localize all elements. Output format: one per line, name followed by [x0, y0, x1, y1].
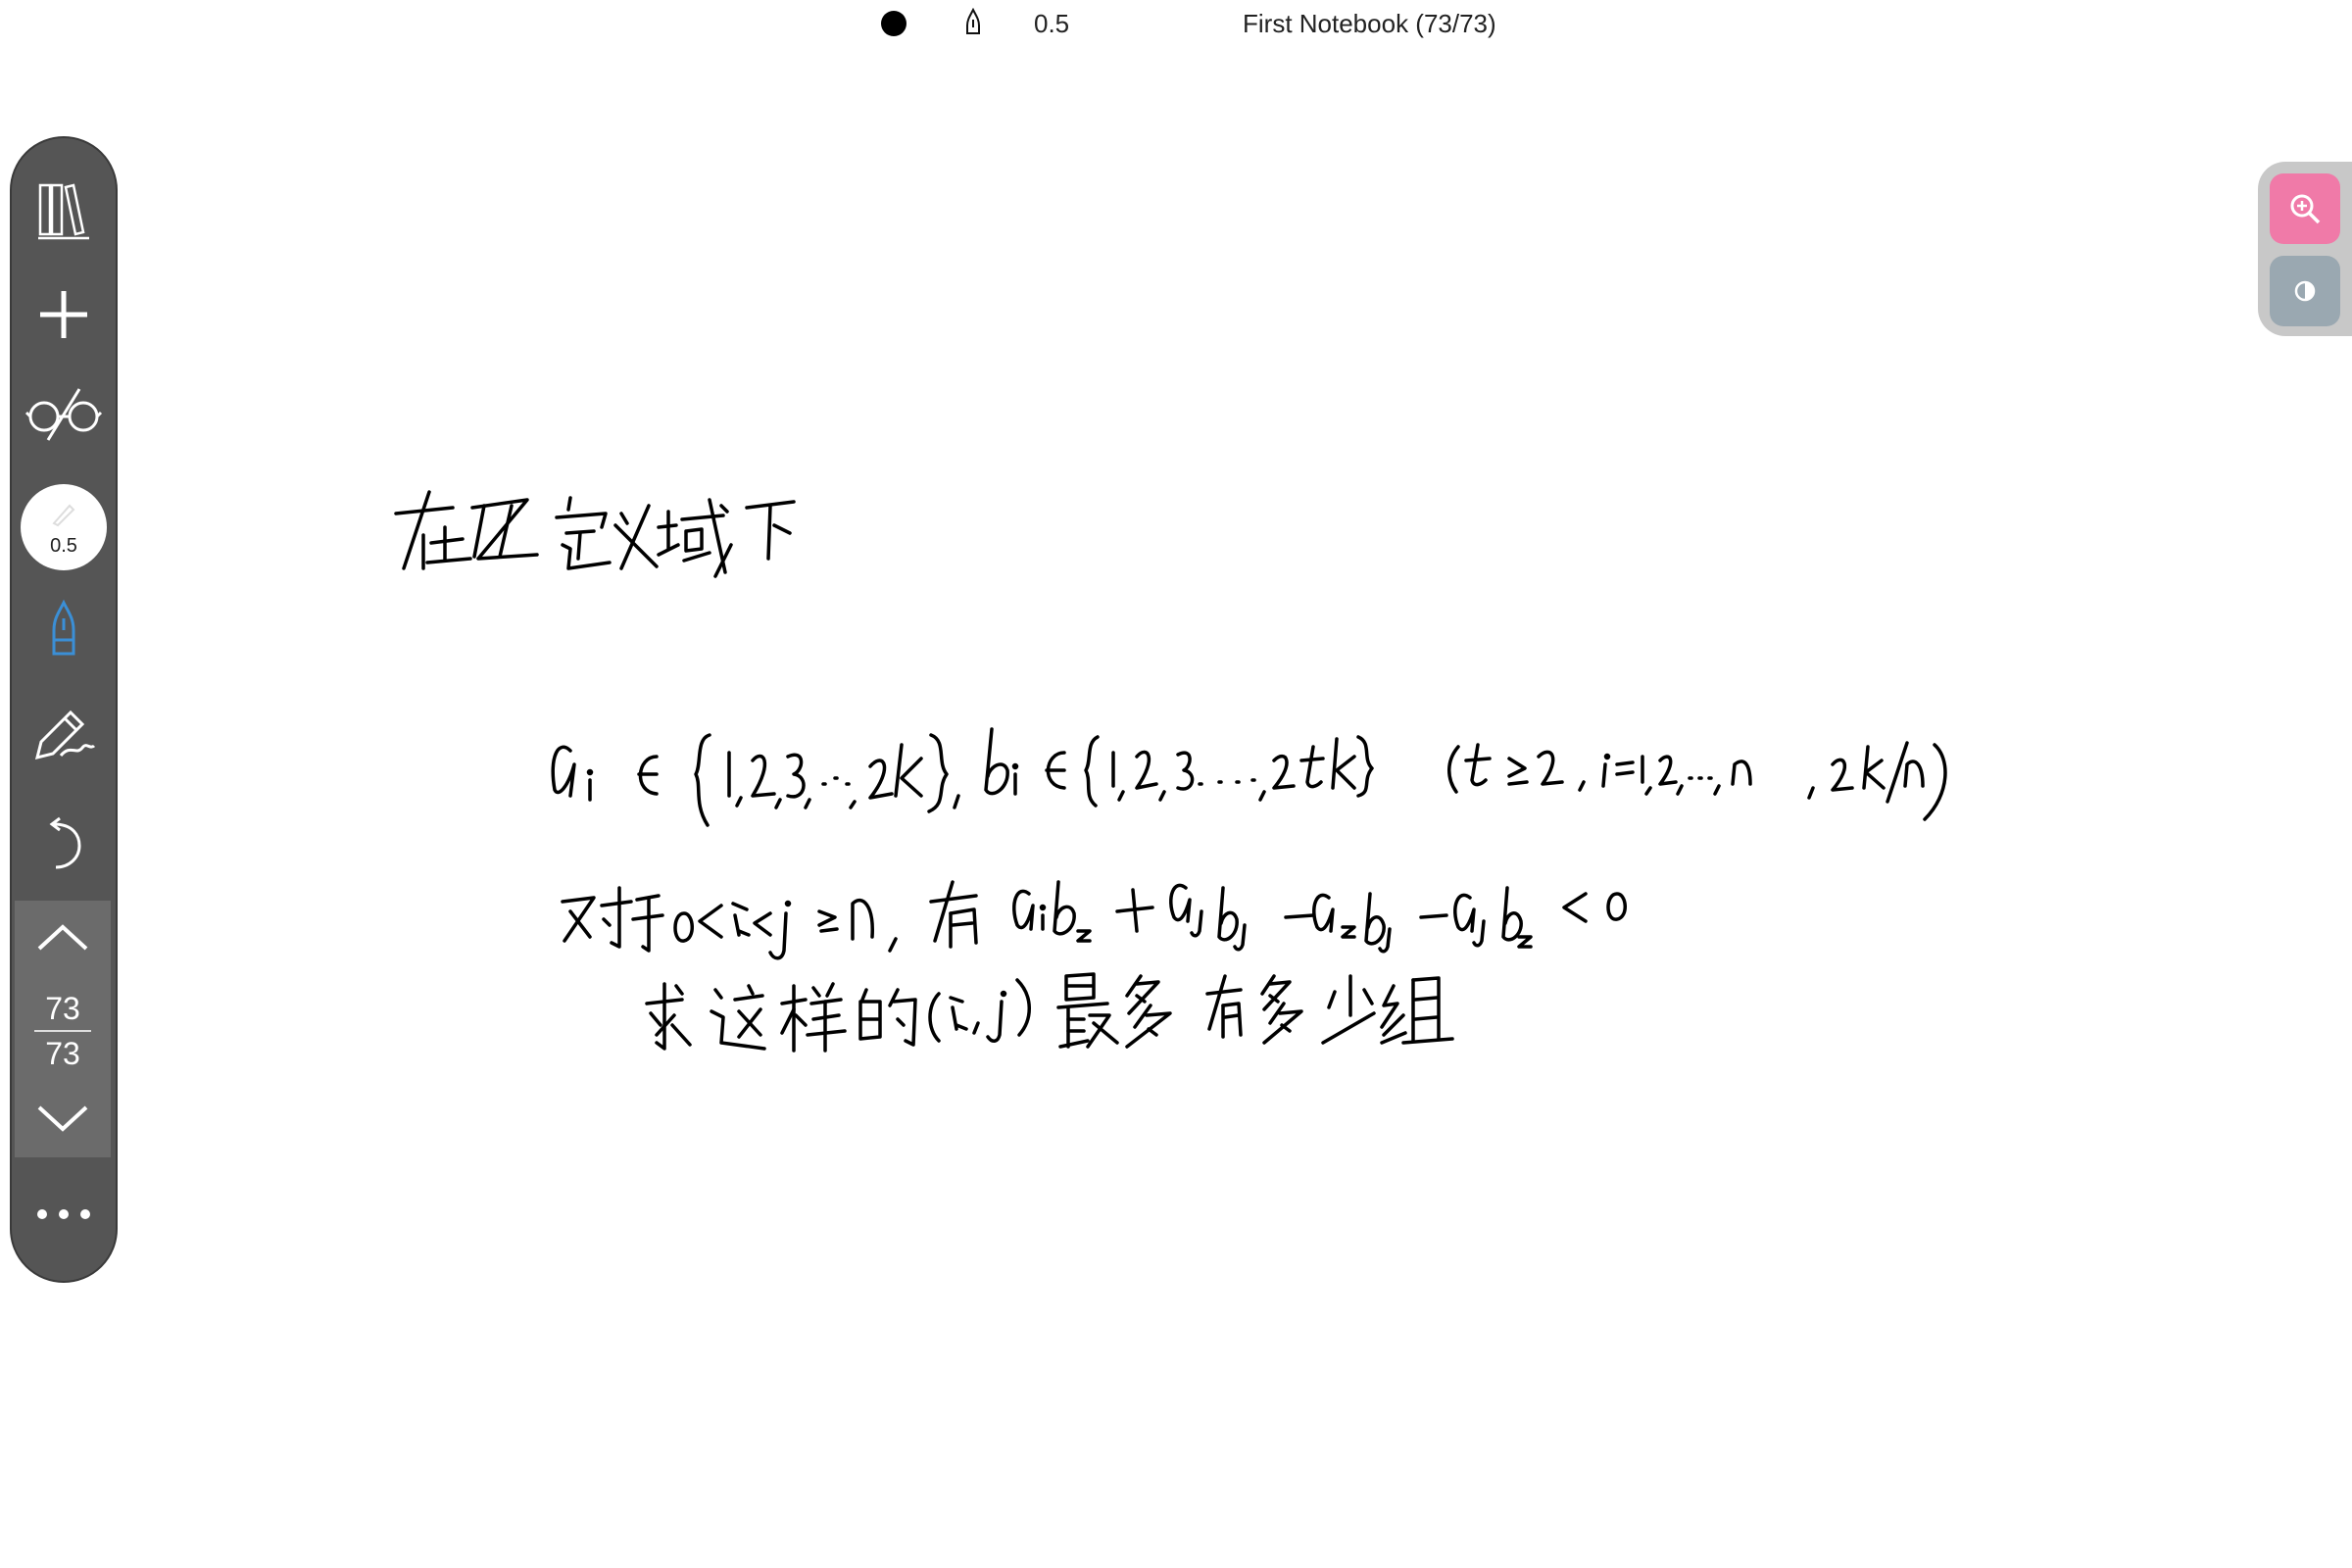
pen-size-icon [52, 504, 75, 527]
books-icon [38, 183, 89, 240]
pencil-button[interactable] [12, 695, 116, 773]
stroke-width-value: 0.5 [1034, 9, 1070, 38]
notebook-canvas[interactable] [147, 59, 2244, 1548]
page-up-button[interactable] [15, 908, 111, 967]
view-mode-button[interactable] [12, 375, 116, 454]
chevron-up-icon [37, 924, 88, 951]
pen-tip-icon[interactable] [961, 7, 985, 39]
current-page-number: 73 [45, 991, 80, 1026]
add-page-button[interactable] [12, 275, 116, 354]
handwriting-strokes [394, 490, 1947, 1053]
plus-icon [40, 291, 87, 338]
fountain-pen-button[interactable] [12, 589, 116, 667]
handwriting-line-1 [394, 490, 796, 578]
contrast-icon [2294, 280, 2316, 302]
undo-icon [49, 816, 81, 869]
pen-size-label: 0.5 [50, 535, 77, 557]
pencil-icon [34, 710, 96, 760]
chevron-down-icon [37, 1105, 88, 1132]
top-status-bar: 0.5 First Notebook (73/73) [0, 0, 2352, 47]
zoom-in-icon [2290, 194, 2321, 224]
handwriting-line-2 [551, 727, 1947, 827]
total-page-number: 73 [45, 1036, 80, 1071]
pen-size-button[interactable]: 0.5 [21, 484, 107, 570]
zoom-button[interactable] [2270, 173, 2340, 244]
left-toolbar: 0.5 73 73 [10, 136, 118, 1283]
undo-button[interactable] [12, 805, 116, 883]
handwriting-line-4 [645, 972, 1454, 1053]
contrast-button[interactable] [2270, 256, 2340, 326]
more-dots-icon [37, 1209, 90, 1219]
page-navigator: 73 73 [15, 901, 111, 1157]
fountain-pen-icon [52, 599, 75, 656]
glasses-icon [24, 388, 103, 441]
handwriting-line-3 [561, 880, 1627, 960]
pen-color-swatch[interactable] [881, 11, 906, 36]
page-fraction-divider [34, 1030, 91, 1032]
notebook-title: First Notebook (73/73) [1243, 9, 1496, 38]
more-button[interactable] [12, 1185, 116, 1244]
page-down-button[interactable] [15, 1089, 111, 1148]
library-button[interactable] [12, 168, 116, 256]
right-side-panel [2258, 162, 2352, 336]
